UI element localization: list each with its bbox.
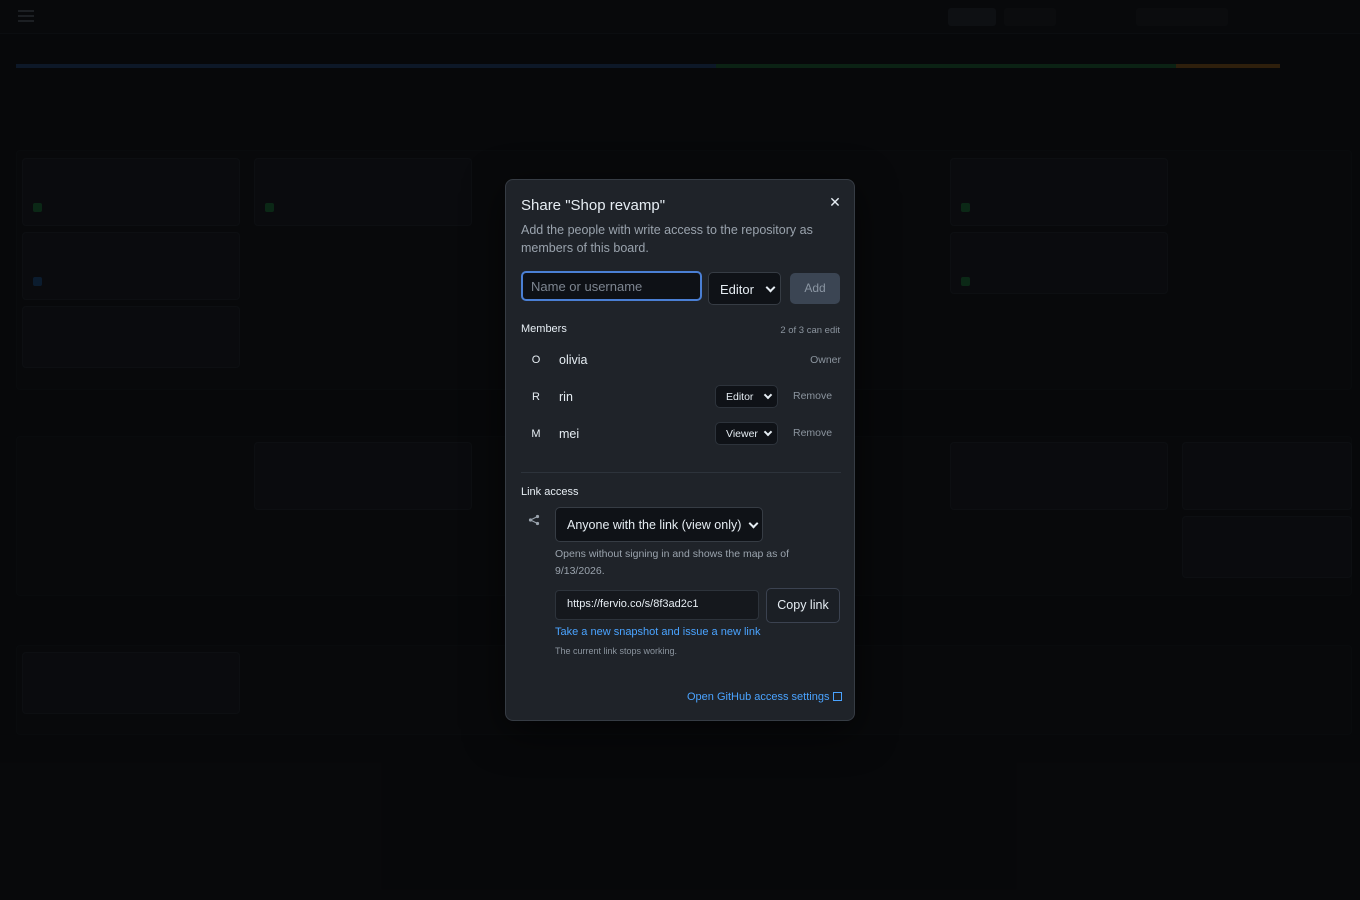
member-name: mei <box>559 427 580 441</box>
copy-link-button[interactable]: Copy link <box>766 588 840 623</box>
member-role-label: Owner <box>810 354 841 366</box>
chevron-down-icon <box>748 518 759 529</box>
members-count: 2 of 3 can edit <box>780 325 840 336</box>
link-access-value: Anyone with the link (view only) <box>567 518 742 532</box>
member-name: rin <box>559 390 573 404</box>
link-access-heading: Link access <box>521 486 579 498</box>
role-select[interactable]: Editor <box>708 272 781 305</box>
dialog-description: Add the people with write access to the … <box>521 223 813 255</box>
link-access-note: Opens without signing in and shows the m… <box>555 548 790 577</box>
chevron-down-icon <box>763 390 773 400</box>
chevron-down-icon <box>765 282 776 293</box>
close-icon[interactable]: ✕ <box>826 193 844 211</box>
username-input[interactable] <box>521 271 702 301</box>
avatar: R <box>532 391 540 403</box>
member-row: R rin Editor Remove <box>521 383 841 413</box>
share-icon <box>528 514 540 526</box>
remove-member-button[interactable]: Remove <box>793 427 832 439</box>
external-link-icon <box>833 692 843 701</box>
member-role-value: Viewer <box>726 428 758 440</box>
member-row: O olivia Owner <box>521 346 841 376</box>
member-name: olivia <box>559 353 588 367</box>
member-role-select[interactable]: Viewer <box>715 422 778 445</box>
dialog-title: Share "Shop revamp" <box>521 197 666 214</box>
link-access-select[interactable]: Anyone with the link (view only) <box>555 507 763 542</box>
member-role-select[interactable]: Editor <box>715 385 778 408</box>
remove-member-button[interactable]: Remove <box>793 390 832 402</box>
share-url-field[interactable]: https://fervio.co/s/8f3ad2c1 <box>555 590 759 620</box>
avatar: O <box>531 354 541 366</box>
chevron-down-icon <box>763 427 773 437</box>
snapshot-note: The current link stops working. <box>555 646 678 656</box>
github-settings-link[interactable]: Open GitHub access settings <box>687 691 843 703</box>
github-settings-label: Open GitHub access settings <box>687 691 830 703</box>
role-select-value: Editor <box>720 282 754 297</box>
new-snapshot-link[interactable]: Take a new snapshot and issue a new link <box>555 626 760 638</box>
members-heading: Members <box>521 323 567 335</box>
divider <box>521 472 841 473</box>
member-row: M mei Viewer Remove <box>521 420 841 450</box>
add-button[interactable]: Add <box>790 273 840 304</box>
member-role-value: Editor <box>726 391 754 403</box>
share-dialog: Share "Shop revamp" ✕ Add the people wit… <box>505 179 855 721</box>
avatar: M <box>531 428 541 440</box>
